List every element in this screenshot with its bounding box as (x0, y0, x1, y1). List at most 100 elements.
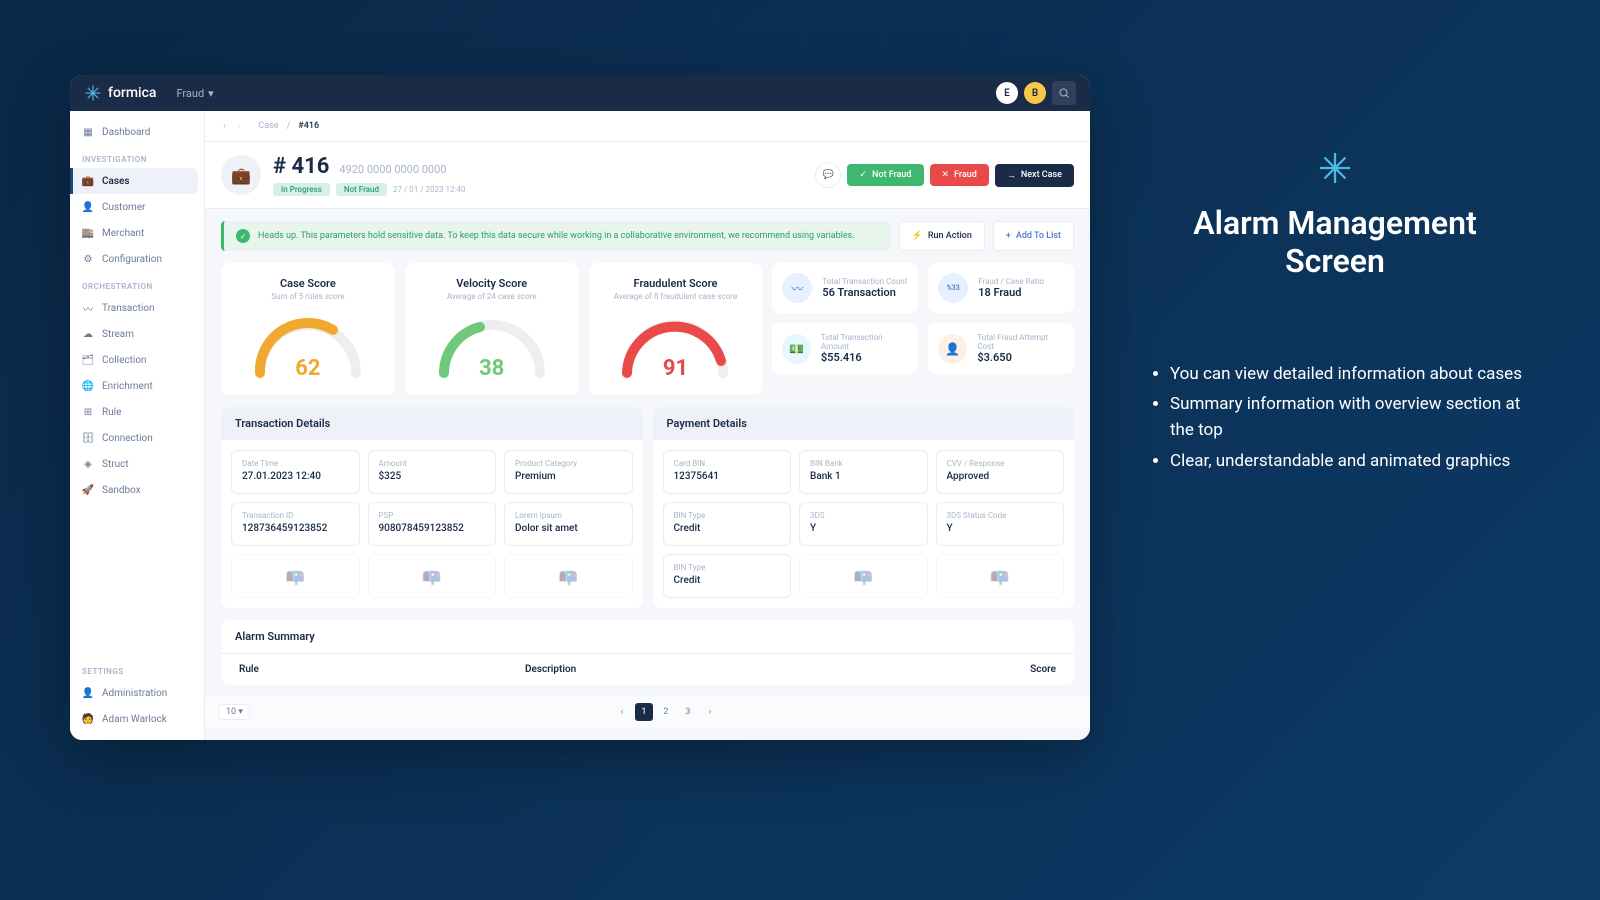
field-value: Premium (515, 471, 622, 482)
page-size-select[interactable]: 10 ▾ (219, 704, 250, 720)
stat-label: Total Transaction Amount (821, 333, 908, 351)
inbox-icon: 📭 (285, 567, 305, 586)
promo-bullet: Summary information with overview sectio… (1170, 391, 1540, 444)
tree-icon: ⊞ (82, 406, 94, 418)
brand-logo[interactable]: formica (84, 84, 156, 102)
breadcrumb-forward[interactable]: › (236, 119, 243, 133)
field-value: Y (810, 523, 917, 534)
sidebar-item-user[interactable]: 🧑 Adam Warlock (70, 706, 204, 732)
promo-panel: Alarm Management Screen You can view det… (1090, 0, 1600, 900)
stat-value: $3.650 (977, 351, 1064, 364)
page-prev[interactable]: ‹ (613, 703, 631, 721)
cloud-icon: ☁ (82, 328, 94, 340)
sidebar-label: Enrichment (102, 381, 153, 392)
pulse-icon: 〰 (782, 273, 812, 303)
field-card: Card BIN 12375641 (663, 450, 792, 494)
field-value: 128736459123852 (242, 523, 349, 534)
check-circle-icon: ✓ (236, 229, 250, 243)
search-icon (1058, 87, 1070, 99)
payment-details-panel: Payment Details Card BIN12375641BIN Bank… (653, 407, 1075, 608)
promo-bullets: You can view detailed information about … (1130, 361, 1540, 474)
field-empty: 📭 (936, 554, 1065, 598)
field-card: Amount$325 (368, 450, 497, 494)
money-icon: 💵 (782, 334, 810, 364)
sidebar-label: Transaction (102, 303, 155, 314)
field-label: 3DS (810, 511, 917, 520)
field-value: Credit (674, 523, 781, 534)
case-briefcase-icon: 💼 (221, 155, 261, 195)
avatar-icon: 🧑 (82, 713, 94, 725)
breadcrumb: ‹ › Case / #416 (205, 111, 1090, 142)
field-value: 908078459123852 (379, 523, 486, 534)
avatar-e[interactable]: E (996, 82, 1018, 104)
top-menu-fraud[interactable]: Fraud ▾ (176, 87, 213, 100)
alert-banner: ✓ Heads up. This parameters hold sensiti… (221, 221, 891, 251)
sidebar-item-rule[interactable]: ⊞ Rule (70, 399, 204, 425)
velocity-score-card: Velocity Score Average of 24 case score … (405, 263, 579, 395)
sidebar-item-enrichment[interactable]: 🌐 Enrichment (70, 373, 204, 399)
page-2[interactable]: 2 (657, 703, 675, 721)
next-case-button[interactable]: →Next Case (995, 164, 1074, 187)
sidebar-item-struct[interactable]: ◈ Struct (70, 451, 204, 477)
chat-button[interactable]: 💬 (815, 162, 841, 188)
col-score: Score (996, 664, 1056, 675)
badge-not-fraud: Not Fraud (336, 183, 387, 196)
page-3[interactable]: 3 (679, 703, 697, 721)
button-label: Run Action (928, 231, 972, 241)
sidebar-item-configuration[interactable]: ⚙ Configuration (70, 246, 204, 272)
brand-name: formica (108, 85, 156, 101)
score-title: Velocity Score (456, 277, 527, 290)
field-value: 27.01.2023 12:40 (242, 471, 349, 482)
sidebar-item-sandbox[interactable]: 🚀 Sandbox (70, 477, 204, 503)
field-value: Approved (947, 471, 1054, 482)
sidebar-item-dashboard[interactable]: ▦ Dashboard (70, 119, 204, 145)
case-title: # 416 (273, 154, 329, 179)
sidebar-item-collection[interactable]: 🗂 Collection (70, 347, 204, 373)
field-card: Lorem IpsumDolor sit amet (504, 502, 633, 546)
field-label: BIN Type (674, 511, 781, 520)
avatar-b[interactable]: B (1024, 82, 1046, 104)
search-button[interactable] (1052, 81, 1076, 105)
field-value: $325 (379, 471, 486, 482)
sidebar-item-connection[interactable]: 🗄 Connection (70, 425, 204, 451)
field-card: PSP 908078459123852 (368, 502, 497, 546)
sidebar-label: Collection (102, 355, 147, 366)
field-label: Product Category (515, 459, 622, 468)
sidebar-label: Struct (102, 459, 129, 470)
sidebar-label: Customer (102, 202, 146, 213)
chat-icon: 💬 (823, 170, 834, 180)
col-rule: Rule (239, 664, 525, 675)
fraud-score-card: Fraudulent Score Average of 8 fraudulent… (589, 263, 763, 395)
main-content: ‹ › Case / #416 💼 # 416 4920 0000 0000 0… (205, 111, 1090, 740)
field-label: 3DS Status Code (947, 511, 1054, 520)
run-action-button[interactable]: ⚡Run Action (899, 221, 985, 251)
sidebar-item-cases[interactable]: 💼 Cases (70, 168, 198, 194)
page-1[interactable]: 1 (635, 703, 653, 721)
page-next[interactable]: › (701, 703, 719, 721)
snowflake-icon (84, 84, 102, 102)
sidebar-item-stream[interactable]: ☁ Stream (70, 321, 204, 347)
sidebar-item-merchant[interactable]: 🏬 Merchant (70, 220, 204, 246)
button-label: Add To List (1016, 231, 1061, 241)
sidebar-label: Administration (102, 688, 167, 699)
add-to-list-button[interactable]: +Add To List (993, 221, 1074, 251)
sidebar-label: Dashboard (102, 127, 150, 138)
sidebar-item-administration[interactable]: 👤 Administration (70, 680, 204, 706)
field-label: PSP (379, 511, 486, 520)
x-icon: ✕ (942, 170, 950, 180)
field-value: 12375641 (674, 471, 781, 482)
stat-fraud-attempt: 👤 Total Fraud Attempt Cost$3.650 (928, 323, 1074, 374)
field-label: Card BIN (674, 459, 781, 468)
fraud-button[interactable]: ✕Fraud (930, 164, 989, 186)
breadcrumb-sep: / (287, 121, 291, 131)
gauge-fraud: 91 (615, 311, 735, 381)
breadcrumb-case[interactable]: Case (258, 121, 278, 131)
field-value: Credit (674, 575, 781, 586)
sidebar-item-transaction[interactable]: 〰 Transaction (70, 295, 204, 321)
breadcrumb-back[interactable]: ‹ (221, 119, 228, 133)
not-fraud-button[interactable]: ✓Not Fraud (847, 164, 923, 186)
sidebar-item-customer[interactable]: 👤 Customer (70, 194, 204, 220)
score-sub: Sum of 5 rules score (271, 292, 344, 301)
struct-icon: ◈ (82, 458, 94, 470)
field-card: 3DS Status CodeY (936, 502, 1065, 546)
